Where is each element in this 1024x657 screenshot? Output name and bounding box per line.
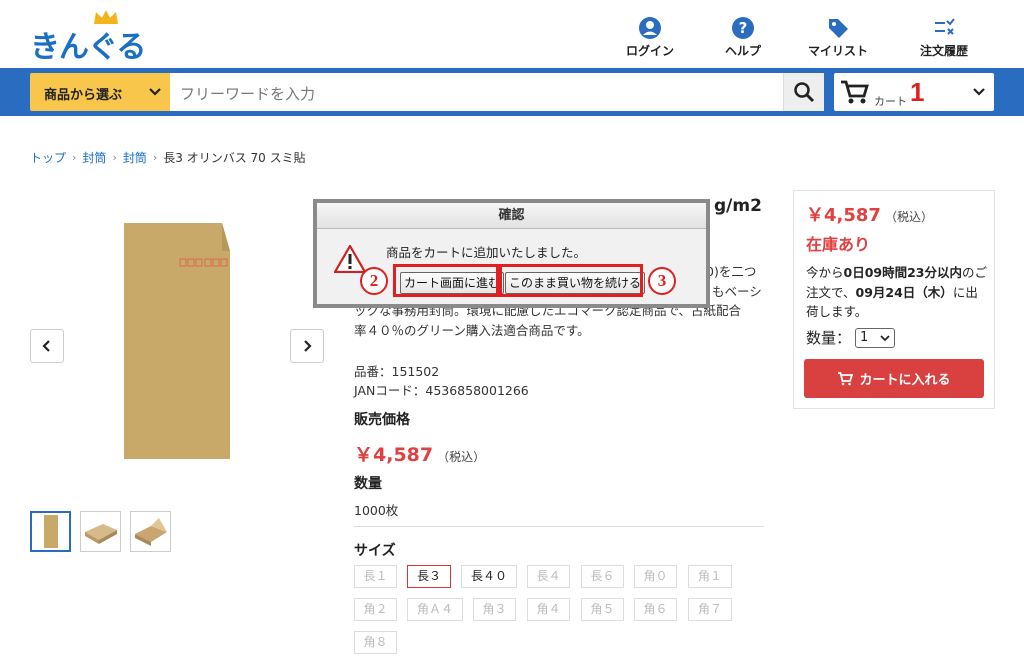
- size-option: 長１: [354, 565, 397, 588]
- cart-icon: [838, 371, 854, 385]
- site-logo[interactable]: きんぐる: [30, 10, 160, 65]
- desc-line-4: 率４０％のグリーン購入法適合商品です。: [354, 322, 590, 338]
- quantity-label: 数量：: [806, 329, 852, 347]
- nav-order-history[interactable]: 注文履歴: [920, 16, 968, 60]
- chevron-down-icon: [880, 334, 890, 341]
- tag-icon: [829, 19, 848, 38]
- buy-tax-note: （税込）: [884, 210, 933, 224]
- buy-price-value: ￥4,587: [806, 205, 881, 226]
- dialog-title: 確認: [317, 203, 706, 229]
- quantity-row: 数量： 1: [806, 327, 896, 348]
- order-history-icon: [935, 18, 955, 35]
- cart-icon: [841, 80, 869, 104]
- help-icon: ?: [732, 17, 754, 39]
- thumbnail-3[interactable]: [130, 511, 171, 552]
- product-image: [124, 223, 230, 459]
- nav-label: マイリスト: [808, 44, 869, 58]
- category-select[interactable]: 商品から選ぶ: [30, 73, 170, 111]
- breadcrumb-current: 長3 オリンバス 70 スミ貼: [163, 151, 306, 165]
- search-icon: [794, 82, 815, 103]
- quantity-value: 1000枚: [354, 503, 399, 518]
- cart-count: 1: [910, 77, 925, 107]
- box-thumb-image: [85, 524, 117, 544]
- stock-status: 在庫あり: [806, 235, 871, 254]
- quantity-select[interactable]: 1: [855, 327, 896, 348]
- jan-code: JANコード：4536858001266: [354, 383, 529, 398]
- breadcrumb-top[interactable]: トップ: [30, 149, 66, 166]
- product-price: ￥4,587 （税込）: [354, 440, 485, 467]
- divider: [354, 526, 764, 527]
- price-value: ￥4,587: [354, 444, 434, 466]
- nav-help[interactable]: ? ヘルプ: [725, 16, 761, 60]
- size-option: 角Ａ４: [407, 598, 463, 621]
- envelope-thumb-image: [44, 515, 58, 548]
- quantity-heading: 数量: [354, 476, 382, 492]
- category-label: 商品から選ぶ: [44, 88, 123, 103]
- item-number: 品番：151502: [354, 364, 440, 379]
- step-marker-3: 3: [648, 267, 676, 295]
- nav-mylist[interactable]: マイリスト: [808, 16, 868, 60]
- product-title-fragment: g/m2: [714, 196, 762, 216]
- size-option: 角２: [354, 598, 397, 621]
- add-to-cart-label: カートに入れる: [859, 373, 951, 388]
- size-heading: サイズ: [354, 543, 396, 559]
- warning-icon: [334, 245, 366, 273]
- image-prev-button[interactable]: [30, 329, 64, 363]
- size-option[interactable]: 長４０: [461, 565, 517, 588]
- search-button[interactable]: [783, 73, 824, 111]
- size-option: 角１: [688, 565, 732, 588]
- dialog-message: 商品をカートに追加いたしました。: [386, 245, 587, 260]
- thumbnail-1[interactable]: [30, 511, 71, 552]
- image-next-button[interactable]: [290, 329, 324, 363]
- breadcrumb-envelope[interactable]: 封筒: [82, 149, 106, 166]
- logo-text: きんぐる: [30, 30, 146, 65]
- site-header: きんぐる ログイン ? ヘルプ マイリスト 注文履歴: [0, 0, 1024, 68]
- step-marker-2: 2: [360, 267, 388, 295]
- size-option: 角６: [634, 598, 677, 621]
- highlight-box-3: [499, 264, 643, 297]
- user-icon: [639, 17, 661, 39]
- add-to-cart-button[interactable]: カートに入れる: [804, 359, 984, 398]
- size-option: 角５: [581, 598, 624, 621]
- chevron-right-icon: ›: [112, 151, 117, 164]
- chevron-right-icon: ›: [72, 151, 77, 164]
- search-input[interactable]: フリーワードを入力: [170, 73, 783, 111]
- search-placeholder: フリーワードを入力: [180, 85, 316, 103]
- chevron-right-icon: ›: [152, 151, 158, 164]
- nav-label: ヘルプ: [725, 44, 762, 58]
- nav-label: ログイン: [626, 44, 675, 58]
- chevron-right-icon: [304, 340, 312, 352]
- quantity-select-value: 1: [860, 330, 869, 345]
- breadcrumb-envelope-sub[interactable]: 封筒: [123, 149, 147, 166]
- ship-date: 09月24日（木）: [855, 284, 953, 300]
- price-heading: 販売価格: [354, 412, 410, 428]
- open-box-thumb-image: [135, 518, 167, 546]
- chevron-down-icon: [973, 88, 985, 96]
- cart-label: カート: [874, 95, 907, 108]
- tax-note: （税込）: [437, 450, 486, 464]
- size-option: 角０: [634, 565, 677, 588]
- ship-text-1: 今から: [806, 265, 844, 280]
- breadcrumb: トップ › 封筒 › 封筒 › 長3 オリンバス 70 スミ貼: [30, 149, 306, 166]
- shipping-note: 今から0日09時間23分以内のご注文で、09月24日（木）に出荷します。: [806, 263, 990, 322]
- purchase-box: ￥4,587 （税込） 在庫あり 今から0日09時間23分以内のご注文で、09月2…: [793, 190, 995, 409]
- size-option: 角３: [473, 598, 516, 621]
- highlight-box-2: [393, 264, 499, 297]
- size-option: 長６: [581, 565, 624, 588]
- nav-label: 注文履歴: [920, 44, 969, 58]
- size-option[interactable]: 長３: [407, 565, 451, 588]
- cart-button[interactable]: カート 1: [834, 73, 994, 111]
- svg-text:?: ?: [739, 19, 748, 37]
- search-bar: 商品から選ぶ フリーワードを入力 カート 1: [0, 68, 1024, 116]
- size-option: 角７: [688, 598, 732, 621]
- buy-price: ￥4,587 （税込）: [806, 201, 933, 227]
- size-option: 角８: [354, 631, 397, 654]
- chevron-left-icon: [42, 340, 50, 352]
- thumbnail-2[interactable]: [80, 511, 121, 552]
- size-option: 角４: [527, 598, 570, 621]
- ship-time: 0日09時間23分以内: [843, 265, 963, 280]
- nav-login[interactable]: ログイン: [626, 16, 674, 60]
- chevron-down-icon: [149, 88, 161, 96]
- size-option: 長４: [527, 565, 570, 588]
